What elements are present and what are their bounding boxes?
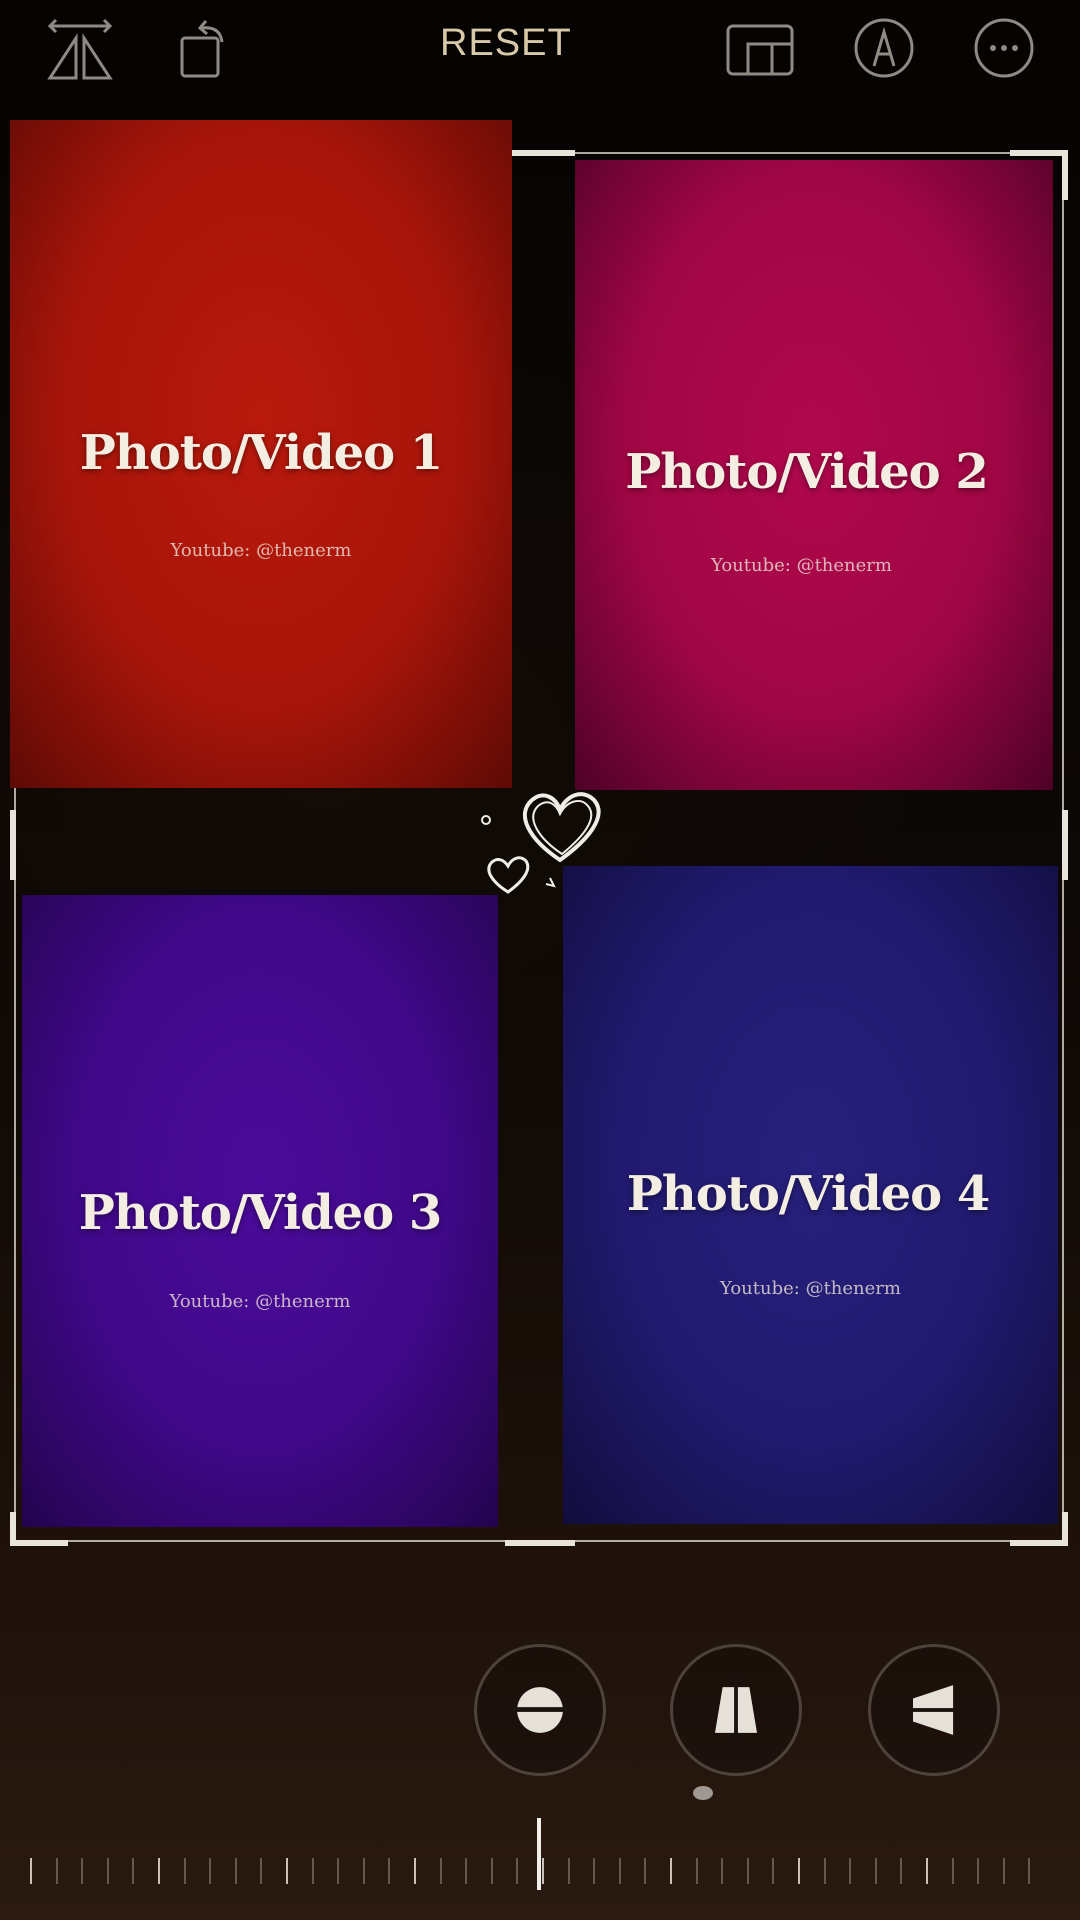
rotate-icon[interactable] [160,8,240,88]
tile-subtitle: Youtube: @thenerm [720,1278,901,1299]
dial-tick [618,1858,621,1884]
dial-tick [286,1858,288,1884]
dial-tick [926,1858,928,1884]
tile-subtitle: Youtube: @thenerm [711,555,892,576]
flip-horizontal-icon[interactable] [40,8,120,88]
collage-tile-3: Photo/Video 3 Youtube: @thenerm [22,895,498,1527]
dial-tick [30,1858,32,1884]
dial-tick [874,1858,877,1884]
straighten-icon [509,1687,571,1733]
hearts-sticker-icon[interactable] [470,760,620,910]
crop-handle-left-middle[interactable] [10,810,16,880]
dial-tick [1002,1858,1005,1884]
tile-title: Photo/Video 1 [79,425,444,481]
horizontal-perspective-button[interactable] [868,1644,1000,1776]
crop-handle-right-middle[interactable] [1062,810,1068,880]
collage-tile-4: Photo/Video 4 Youtube: @thenerm [563,866,1058,1524]
top-toolbar: RESET [0,0,1080,100]
crop-handle-bottom-middle[interactable] [505,1540,575,1546]
collage-tile-1: Photo/Video 1 Youtube: @thenerm [10,120,512,788]
dial-tick [55,1858,58,1884]
dial-tick [490,1858,493,1884]
dial-tick [542,1858,544,1884]
dial-tick [183,1858,186,1884]
dial-needle [537,1818,541,1890]
dial-tick [746,1858,749,1884]
crop-handle-top-right[interactable] [1062,150,1068,200]
dial-tick [337,1858,340,1884]
dial-tick [567,1858,570,1884]
dial-tick [106,1858,109,1884]
dial-tick [849,1858,852,1884]
dial-tick [772,1858,775,1884]
more-options-icon[interactable] [964,8,1044,88]
crop-handle-top-middle[interactable] [505,150,575,156]
tile-title: Photo/Video 4 [626,1166,991,1222]
reset-button[interactable]: RESET [440,22,640,72]
tile-title: Photo/Video 3 [78,1185,443,1241]
dial-tick [465,1858,468,1884]
dial-tick [1028,1858,1031,1884]
dial-tick [158,1858,160,1884]
dial-tick [311,1858,314,1884]
dial-tick [593,1858,596,1884]
dial-tick [721,1858,724,1884]
dial-tick [81,1858,84,1884]
crop-handle-top-right-h[interactable] [1010,150,1068,156]
crop-handle-bottom-right-h[interactable] [1010,1540,1068,1546]
dial-tick [132,1858,135,1884]
horizontal-perspective-icon [903,1685,965,1735]
tile-title: Photo/Video 2 [625,444,989,500]
dial-tick [695,1858,698,1884]
crop-handle-bottom-left-h[interactable] [10,1540,68,1546]
dial-tick [209,1858,212,1884]
vertical-perspective-button[interactable] [670,1644,802,1776]
dial-tick [362,1858,365,1884]
dial-tick [414,1858,416,1884]
dial-tick [900,1858,903,1884]
collage-tile-2: Photo/Video 2 Youtube: @thenerm [575,160,1053,790]
aspect-ratio-icon[interactable] [720,8,800,88]
dial-tick [798,1858,800,1884]
dial-tick [670,1858,672,1884]
dial-tick [516,1858,519,1884]
dial-tick [977,1858,980,1884]
tile-subtitle: Youtube: @thenerm [170,540,352,561]
selected-indicator-dot [693,1786,713,1800]
straighten-button[interactable] [474,1644,606,1776]
vertical-perspective-icon [715,1679,757,1741]
dial-tick [644,1858,647,1884]
markup-pen-icon[interactable] [844,8,924,88]
dial-tick [388,1858,391,1884]
tile-subtitle: Youtube: @thenerm [169,1291,351,1312]
dial-tick [260,1858,263,1884]
dial-tick [951,1858,954,1884]
dial-tick [439,1858,442,1884]
dial-tick [823,1858,826,1884]
dial-tick [234,1858,237,1884]
